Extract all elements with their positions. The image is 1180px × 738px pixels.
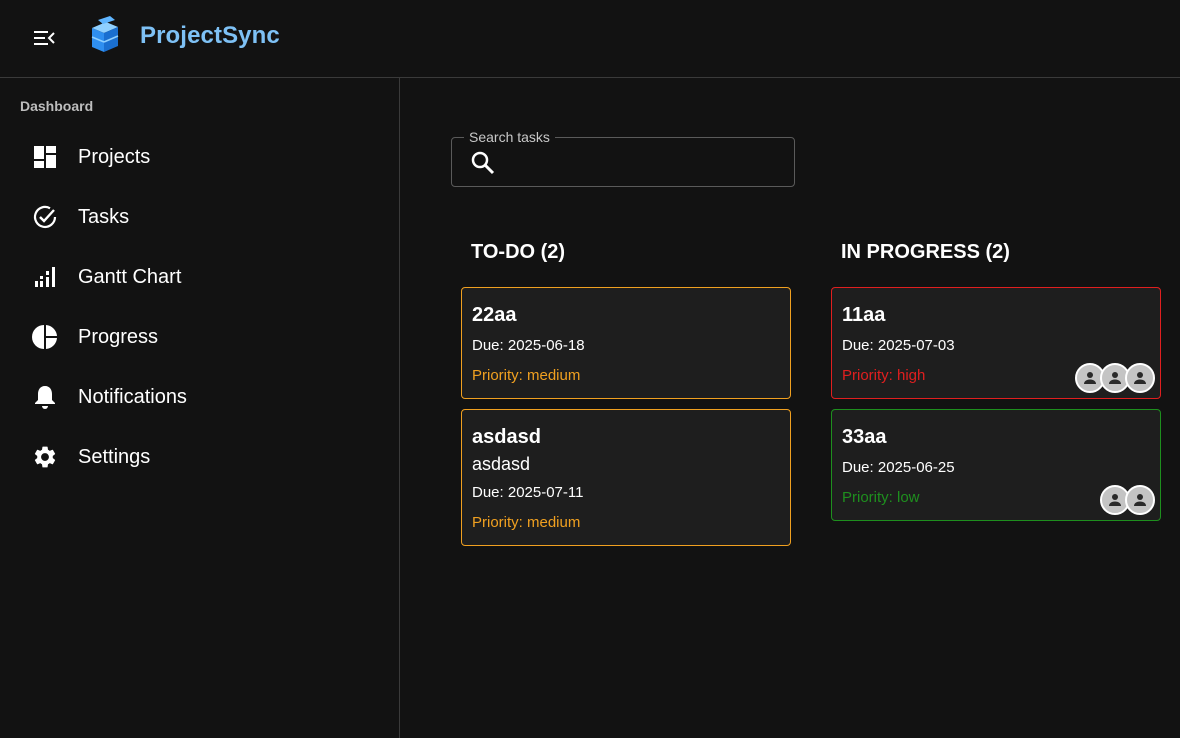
person-icon xyxy=(1106,491,1124,509)
sidebar-item-label: Projects xyxy=(78,145,151,168)
task-due-date: Due: 2025-07-03 xyxy=(842,337,955,354)
sidebar-item-label: Settings xyxy=(78,445,151,468)
app-bar: ProjectSync xyxy=(0,0,1180,78)
sidebar-item-projects[interactable]: Projects xyxy=(0,127,399,187)
task-priority: Priority: medium xyxy=(472,367,581,384)
search-field[interactable]: Search tasks xyxy=(451,129,795,187)
assignee-avatars xyxy=(1100,485,1155,515)
sidebar-item-label: Progress xyxy=(78,325,159,348)
sidebar-item-label: Tasks xyxy=(78,205,130,228)
sidebar-item-progress[interactable]: Progress xyxy=(0,307,399,367)
column-title-in-progress: IN PROGRESS (2) xyxy=(841,241,1010,263)
task-due-date: Due: 2025-06-25 xyxy=(842,459,955,476)
sidebar-heading: Dashboard xyxy=(20,98,94,114)
person-icon xyxy=(1131,491,1149,509)
gantt-icon xyxy=(31,263,59,291)
person-icon xyxy=(1106,369,1124,387)
task-title: 11aa xyxy=(842,304,886,326)
sidebar-item-settings[interactable]: Settings xyxy=(0,427,399,487)
sidebar-item-label: Gantt Chart xyxy=(78,265,182,288)
task-priority: Priority: high xyxy=(842,367,926,384)
app-brand[interactable]: ProjectSync xyxy=(140,22,280,50)
dashboard-icon xyxy=(31,143,59,171)
person-icon xyxy=(1081,369,1099,387)
gear-icon xyxy=(31,443,59,471)
task-priority: Priority: low xyxy=(842,489,920,506)
task-card-11aa[interactable]: 11aa Due: 2025-07-03 Priority: high xyxy=(831,287,1161,399)
sidebar-item-label: Notifications xyxy=(78,385,187,408)
search-label: Search tasks xyxy=(464,129,555,145)
column-title-todo: TO-DO (2) xyxy=(471,241,566,263)
check-circle-icon xyxy=(31,203,59,231)
search-input[interactable] xyxy=(508,148,784,178)
sidebar-item-gantt-chart[interactable]: Gantt Chart xyxy=(0,247,399,307)
task-card-33aa[interactable]: 33aa Due: 2025-06-25 Priority: low xyxy=(831,409,1161,521)
task-title: asdasd xyxy=(472,426,541,448)
task-title: 33aa xyxy=(842,426,887,448)
task-due-date: Due: 2025-07-11 xyxy=(472,484,584,501)
task-priority: Priority: medium xyxy=(472,514,581,531)
task-due-date: Due: 2025-06-18 xyxy=(472,337,585,354)
person-icon xyxy=(1131,369,1149,387)
sidebar-item-tasks[interactable]: Tasks xyxy=(0,187,399,247)
logo-icon xyxy=(91,16,119,52)
avatar[interactable] xyxy=(1125,485,1155,515)
assignee-avatars xyxy=(1075,363,1155,393)
task-card-asdasd[interactable]: asdasd asdasd Due: 2025-07-11 Priority: … xyxy=(461,409,791,546)
avatar[interactable] xyxy=(1125,363,1155,393)
task-title: 22aa xyxy=(472,304,517,326)
task-card-22aa[interactable]: 22aa Due: 2025-06-18 Priority: medium xyxy=(461,287,791,399)
bell-icon xyxy=(31,383,59,411)
pie-chart-icon xyxy=(31,323,59,351)
sidebar: Dashboard Projects Tasks Gantt Chart Pro… xyxy=(0,78,400,738)
search-icon xyxy=(471,151,495,175)
menu-open-icon xyxy=(34,31,55,45)
task-description: asdasd xyxy=(472,454,531,474)
sidebar-item-notifications[interactable]: Notifications xyxy=(0,367,399,427)
menu-toggle-button[interactable] xyxy=(22,18,66,58)
